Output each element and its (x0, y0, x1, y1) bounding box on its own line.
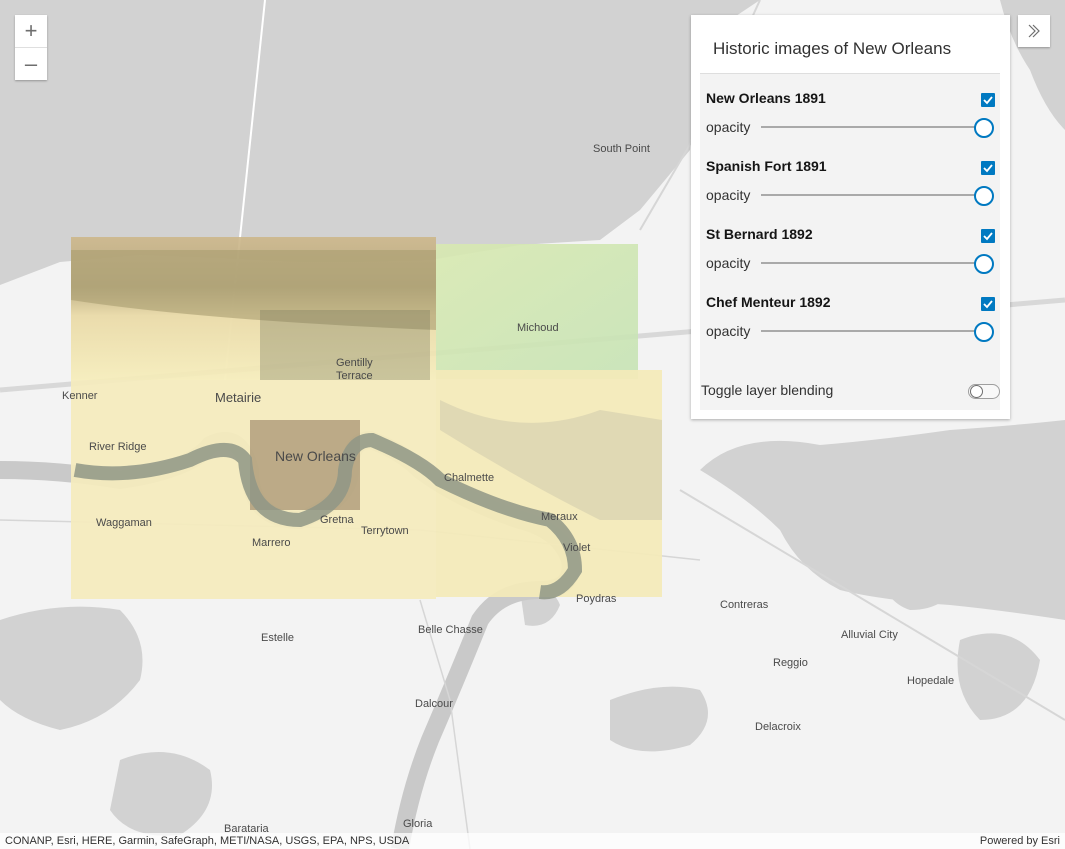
place-label: River Ridge (89, 441, 146, 453)
opacity-slider-thumb[interactable] (974, 322, 994, 342)
place-label: Contreras (720, 599, 769, 611)
historic-image-spanish-fort (436, 244, 638, 379)
opacity-label: opacity (706, 119, 751, 135)
layer-name: Spanish Fort 1891 (706, 158, 827, 174)
opacity-label: opacity (706, 187, 751, 203)
opacity-slider-thumb[interactable] (974, 254, 994, 274)
place-label: Terrace (336, 370, 373, 382)
zoom-control: + – (15, 15, 47, 80)
layer-item: Chef Menteur 1892 opacity (700, 278, 1000, 342)
opacity-label: opacity (706, 255, 751, 271)
place-label: Estelle (261, 632, 294, 644)
layer-visibility-checkbox[interactable] (981, 93, 995, 107)
blend-toggle-label: Toggle layer blending (701, 382, 834, 398)
place-label: Michoud (517, 322, 559, 334)
attribution-bar: CONANP, Esri, HERE, Garmin, SafeGraph, M… (0, 833, 1065, 849)
layer-name: St Bernard 1892 (706, 226, 813, 242)
opacity-slider-track[interactable] (761, 194, 982, 196)
opacity-slider-thumb[interactable] (974, 118, 994, 138)
place-label: Alluvial City (841, 629, 898, 641)
place-label: Gentilly (336, 357, 373, 369)
place-label: Hopedale (907, 675, 954, 687)
layer-item: New Orleans 1891 opacity (700, 74, 1000, 138)
layer-item: St Bernard 1892 opacity (700, 210, 1000, 274)
check-icon (983, 232, 993, 241)
place-label: South Point (593, 143, 650, 155)
place-label: Poydras (576, 593, 617, 605)
place-label: Kenner (62, 390, 98, 402)
zoom-out-button[interactable]: – (15, 47, 47, 80)
place-label: Terrytown (361, 525, 409, 537)
check-icon (983, 164, 993, 173)
place-label: Marrero (252, 537, 291, 549)
place-label: Belle Chasse (418, 624, 483, 636)
lake-lery (610, 686, 708, 752)
panel-title: Historic images of New Orleans (713, 39, 952, 58)
expand-panel-button[interactable] (1018, 15, 1050, 47)
layer-visibility-checkbox[interactable] (981, 297, 995, 311)
opacity-slider-track[interactable] (761, 262, 982, 264)
double-chevron-right-icon (1028, 24, 1040, 38)
zoom-in-button[interactable]: + (15, 15, 47, 47)
place-label: Metairie (215, 390, 261, 405)
layer-name: Chef Menteur 1892 (706, 294, 831, 310)
place-label: Waggaman (96, 517, 152, 529)
place-label: Dalcour (415, 698, 453, 710)
toggle-knob (970, 385, 983, 398)
check-icon (983, 300, 993, 309)
layer-item: Spanish Fort 1891 opacity (700, 142, 1000, 206)
check-icon (983, 96, 993, 105)
opacity-label: opacity (706, 323, 751, 339)
layer-list: New Orleans 1891 opacity Spanish Fort 18… (700, 73, 1000, 410)
place-label: Chalmette (444, 472, 494, 484)
opacity-slider-track[interactable] (761, 330, 982, 332)
place-label: Meraux (541, 511, 578, 523)
powered-by-esri[interactable]: Powered by Esri (980, 835, 1060, 847)
place-label: Violet (563, 542, 590, 554)
place-label: Gretna (320, 514, 355, 526)
place-label: Reggio (773, 657, 808, 669)
blend-toggle-switch[interactable] (968, 384, 1000, 399)
place-label: Delacroix (755, 721, 801, 733)
opacity-slider-track[interactable] (761, 126, 982, 128)
place-label: New Orleans (275, 448, 356, 464)
layer-visibility-checkbox[interactable] (981, 229, 995, 243)
layer-panel: Historic images of New Orleans New Orlea… (691, 15, 1010, 419)
place-label: Gloria (403, 818, 433, 830)
layer-name: New Orleans 1891 (706, 90, 826, 106)
attribution-sources[interactable]: CONANP, Esri, HERE, Garmin, SafeGraph, M… (5, 835, 409, 847)
layer-visibility-checkbox[interactable] (981, 161, 995, 175)
opacity-slider-thumb[interactable] (974, 186, 994, 206)
